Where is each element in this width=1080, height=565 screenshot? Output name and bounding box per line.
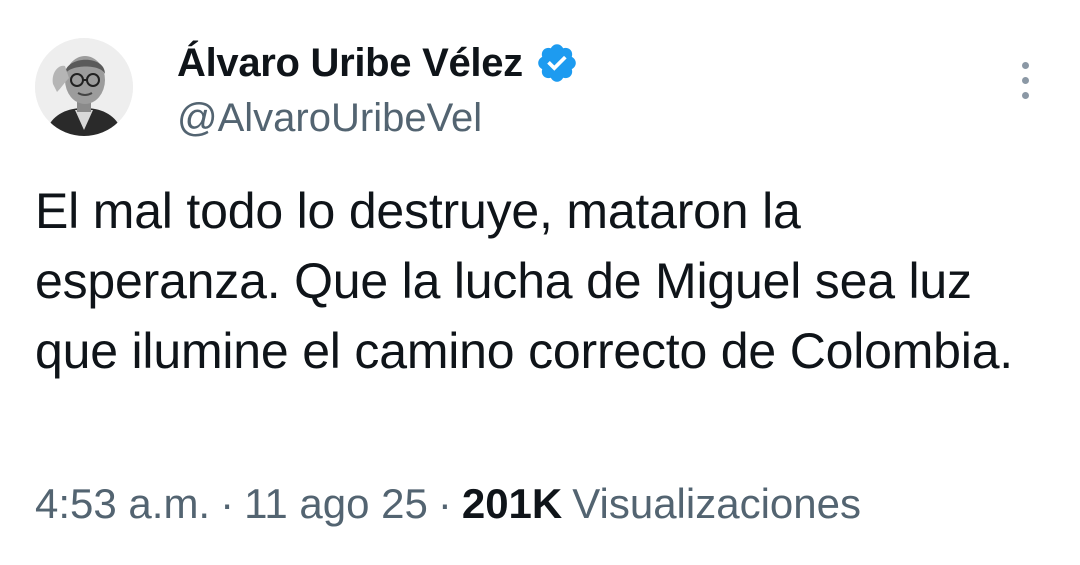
avatar[interactable] bbox=[35, 38, 133, 136]
author-handle[interactable]: @AlvaroUribeVel bbox=[177, 96, 482, 141]
meta-separator: · bbox=[220, 480, 235, 527]
more-options-button[interactable] bbox=[1008, 56, 1042, 104]
more-vertical-icon bbox=[1021, 61, 1029, 69]
author-display-name[interactable]: Álvaro Uribe Vélez bbox=[177, 41, 523, 86]
verified-badge-icon[interactable] bbox=[535, 41, 579, 85]
views-count[interactable]: 201K bbox=[462, 480, 562, 528]
tweet-date[interactable]: 11 ago 25 bbox=[244, 480, 428, 528]
tweet-text: El mal todo lo destruye, mataron la espe… bbox=[35, 183, 1013, 379]
meta-separator: · bbox=[437, 480, 452, 527]
avatar-photo bbox=[35, 38, 133, 136]
author-name-row: Álvaro Uribe Vélez bbox=[177, 38, 579, 88]
views-label[interactable]: Visualizaciones bbox=[572, 480, 861, 528]
more-vertical-icon-dot bbox=[1021, 91, 1029, 99]
more-vertical-icon-dot bbox=[1021, 76, 1029, 84]
tweet-meta: 4:53 a.m. · 11 ago 25 · 201K Visualizaci… bbox=[35, 480, 861, 528]
tweet-time[interactable]: 4:53 a.m. bbox=[35, 480, 210, 528]
tweet-card: Álvaro Uribe Vélez @AlvaroUribeVel El ma… bbox=[0, 0, 1080, 565]
